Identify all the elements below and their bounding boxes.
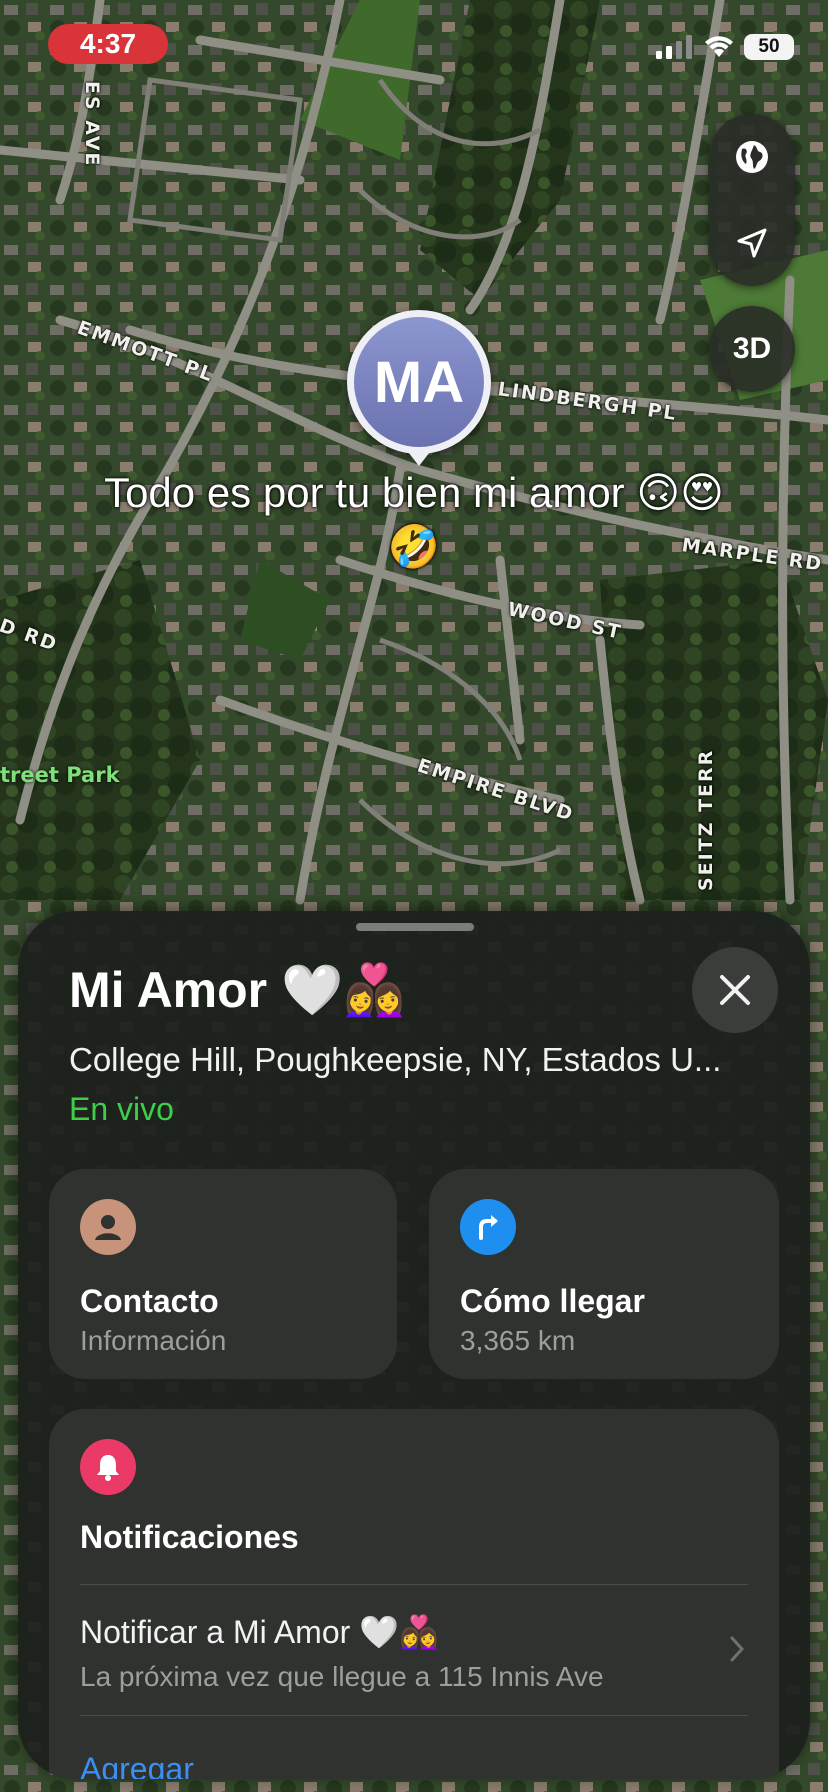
notify-row-subtitle: La próxima vez que llegue a 115 Innis Av… [80, 1661, 604, 1692]
map-style-button[interactable] [709, 114, 795, 200]
status-indicators: 50 [656, 34, 794, 60]
bell-icon [80, 1439, 136, 1495]
chevron-right-icon [730, 1636, 745, 1662]
directions-card[interactable]: Cómo llegar 3,365 km [429, 1169, 779, 1379]
contact-card[interactable]: Contacto Información [49, 1169, 397, 1379]
3d-toggle-button[interactable]: 3D [709, 306, 795, 392]
park-label[interactable]: treet Park [0, 763, 120, 787]
directions-card-title: Cómo llegar [460, 1283, 645, 1319]
cellular-signal-icon [656, 35, 692, 59]
contact-card-subtitle: Información [80, 1325, 227, 1356]
street-label-es-ave: ES AVE [81, 81, 103, 168]
contact-card-title: Contacto [80, 1283, 219, 1319]
status-time: 4:37 [48, 24, 168, 64]
wifi-icon [705, 36, 733, 57]
pin-pointer [405, 448, 433, 466]
add-notification-link[interactable]: Agregar [80, 1751, 194, 1779]
current-location-button[interactable] [709, 200, 795, 286]
notify-row-title: Notificar a Mi Amor 🤍👩‍❤️‍👩 [80, 1614, 439, 1650]
directions-distance: 3,365 km [460, 1325, 576, 1356]
location-address: College Hill, Poughkeepsie, NY, Estados … [69, 1041, 722, 1078]
turn-arrow-icon [460, 1199, 516, 1255]
location-arrow-icon [737, 228, 767, 258]
live-status: En vivo [69, 1091, 174, 1127]
close-icon [720, 975, 750, 1005]
street-label-seitz-terr: SEITZ TERR [695, 748, 717, 891]
close-button[interactable] [692, 947, 778, 1033]
pin-status-caption: Todo es por tu bien mi amor 🙃😍🤣 [104, 469, 724, 570]
notifications-card: Notificaciones Notificar a Mi Amor 🤍👩‍❤️… [49, 1409, 779, 1779]
notify-row[interactable]: Notificar a Mi Amor 🤍👩‍❤️‍👩 La próxima v… [49, 1585, 779, 1715]
globe-icon [736, 141, 768, 173]
pin-avatar-initials: MA [354, 317, 484, 447]
person-icon [80, 1199, 136, 1255]
sheet-grabber[interactable] [356, 923, 474, 931]
person-name: Mi Amor 🤍👩‍❤️‍👩 [69, 962, 406, 1018]
battery-indicator: 50 [744, 34, 794, 60]
person-detail-sheet: Mi Amor 🤍👩‍❤️‍👩 College Hill, Poughkeeps… [18, 911, 810, 1779]
person-map-pin[interactable]: MA [347, 310, 491, 454]
notifications-title: Notificaciones [80, 1519, 299, 1555]
map-controls [709, 114, 795, 286]
notifications-divider-bottom [80, 1715, 748, 1716]
